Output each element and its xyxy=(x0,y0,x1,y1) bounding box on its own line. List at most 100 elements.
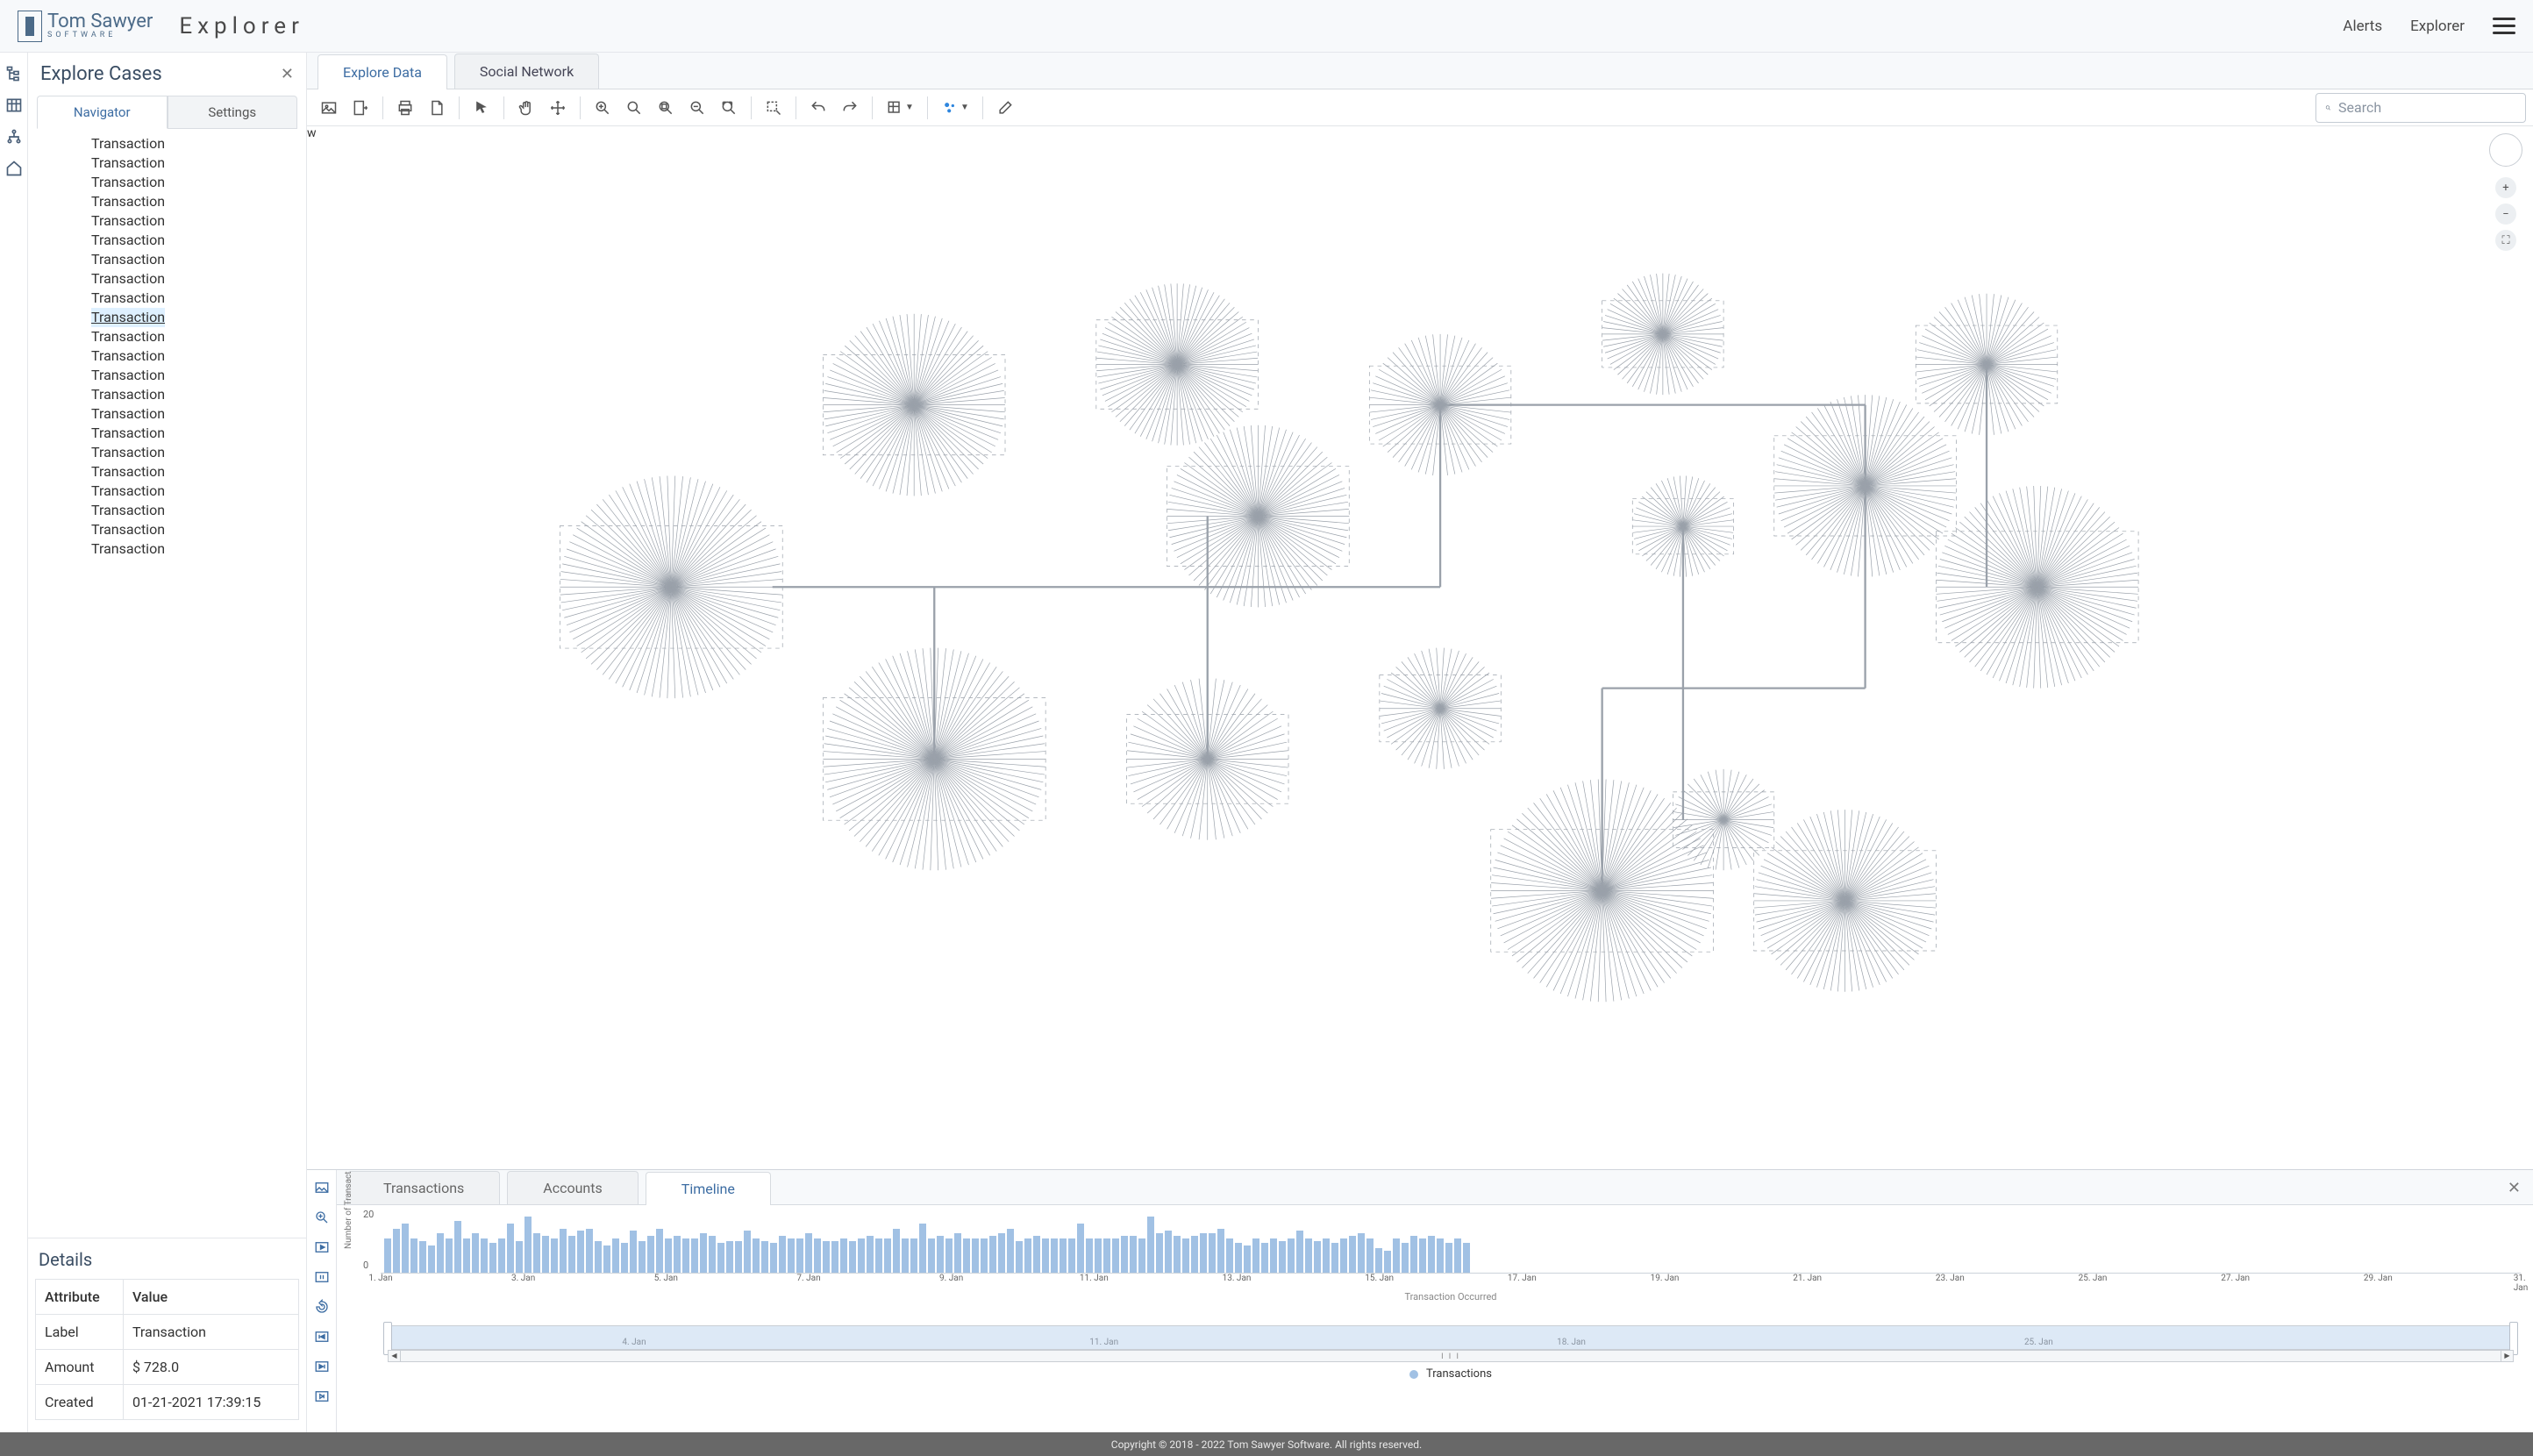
fit-button[interactable]: ⛶ xyxy=(2495,230,2516,251)
tree-item-transaction[interactable]: Transaction xyxy=(91,346,306,366)
zoom-out-button[interactable]: − xyxy=(2495,203,2516,225)
tree-item-transaction[interactable]: Transaction xyxy=(91,482,306,501)
tree-item-transaction[interactable]: Transaction xyxy=(91,539,306,559)
timeline-range-selector[interactable]: 4. Jan 11. Jan 18. Jan 25. Jan xyxy=(388,1325,2514,1350)
tree-item-transaction[interactable]: Transaction xyxy=(91,501,306,520)
chart-bar xyxy=(1279,1241,1286,1273)
zoom-default-icon[interactable] xyxy=(619,93,649,123)
pause-icon[interactable] xyxy=(313,1268,331,1286)
home-icon[interactable] xyxy=(5,160,23,177)
tree-item-transaction[interactable]: Transaction xyxy=(91,308,165,327)
chart-ylabel: Number of Transact xyxy=(344,1171,353,1249)
tree-item-transaction[interactable]: Transaction xyxy=(91,327,306,346)
print-icon[interactable] xyxy=(390,93,420,123)
pointer-icon[interactable] xyxy=(467,93,496,123)
tree-item-transaction[interactable]: Transaction xyxy=(91,404,306,424)
tree-item-transaction[interactable]: Transaction xyxy=(91,134,306,153)
org-icon[interactable] xyxy=(5,128,23,146)
xtick-label: 7. Jan xyxy=(796,1274,820,1283)
restart-icon[interactable] xyxy=(313,1298,331,1316)
hand-icon[interactable] xyxy=(511,93,541,123)
scroll-grip-icon[interactable]: I I I xyxy=(1441,1353,1460,1361)
chart-bar xyxy=(1296,1231,1303,1273)
tree-item-transaction[interactable]: Transaction xyxy=(91,153,306,173)
skip-back-icon[interactable] xyxy=(313,1328,331,1345)
timeline-scrollbar[interactable]: ◀ I I I ▶ xyxy=(388,1350,2514,1362)
zoom-area-icon[interactable] xyxy=(651,93,681,123)
zoom-in-icon[interactable] xyxy=(313,1209,331,1226)
page-icon[interactable] xyxy=(422,93,452,123)
btab-timeline[interactable]: Timeline xyxy=(646,1172,771,1205)
tree-item-transaction[interactable]: Transaction xyxy=(91,231,306,250)
chart-bar xyxy=(393,1229,400,1273)
undo-icon[interactable] xyxy=(803,93,833,123)
menu-icon[interactable] xyxy=(2493,18,2515,34)
zoom-fit-icon[interactable] xyxy=(714,93,744,123)
chart-bar xyxy=(1428,1236,1435,1273)
search-input[interactable] xyxy=(2338,99,2516,116)
graph-search[interactable] xyxy=(2315,93,2526,123)
chart-bar xyxy=(1138,1238,1145,1273)
left-panel: Explore Cases ✕ Navigator Settings Trans… xyxy=(28,53,307,1432)
chart-bar xyxy=(1051,1238,1058,1273)
tree-item-transaction[interactable]: Transaction xyxy=(91,385,306,404)
tree-item-transaction[interactable]: Transaction xyxy=(91,250,306,269)
timeline-side-toolbar xyxy=(307,1170,337,1432)
table-icon[interactable] xyxy=(5,96,23,114)
tree-item-transaction[interactable]: Transaction xyxy=(91,211,306,231)
erase-icon[interactable] xyxy=(990,93,1020,123)
chart-bar xyxy=(516,1241,523,1273)
tree-item-transaction[interactable]: Transaction xyxy=(91,269,306,289)
xtick-label: 25. Jan xyxy=(2079,1274,2108,1283)
tree-item-transaction[interactable]: Transaction xyxy=(91,520,306,539)
tree-item-transaction[interactable]: Transaction xyxy=(91,443,306,462)
btab-transactions[interactable]: Transactions xyxy=(347,1171,500,1204)
scroll-right-icon[interactable]: ▶ xyxy=(2501,1351,2513,1361)
move-icon[interactable] xyxy=(543,93,573,123)
subtab-settings[interactable]: Settings xyxy=(168,96,298,129)
tree-item-transaction[interactable]: Transaction xyxy=(91,289,306,308)
zoom-in-icon[interactable] xyxy=(588,93,617,123)
image-icon[interactable] xyxy=(313,1179,331,1196)
close-icon[interactable]: ✕ xyxy=(281,65,294,83)
tree-item-transaction[interactable]: Transaction xyxy=(91,366,306,385)
chart-bar xyxy=(446,1238,453,1273)
redo-icon[interactable] xyxy=(835,93,865,123)
tree-item-transaction[interactable]: Transaction xyxy=(91,424,306,443)
close-icon[interactable]: ✕ xyxy=(2508,1179,2521,1197)
export-icon[interactable] xyxy=(346,93,375,123)
compass-icon[interactable] xyxy=(2489,133,2522,167)
skip-fwd-icon[interactable] xyxy=(313,1358,331,1375)
layout-dropdown[interactable]: ▼ xyxy=(880,93,920,123)
step-fwd-icon[interactable] xyxy=(313,1388,331,1405)
left-panel-header: Explore Cases ✕ xyxy=(28,53,306,92)
nav-explorer[interactable]: Explorer xyxy=(2410,18,2465,35)
tab-explore-data[interactable]: Explore Data xyxy=(318,54,447,89)
nav-alerts[interactable]: Alerts xyxy=(2343,18,2382,35)
btab-accounts[interactable]: Accounts xyxy=(507,1171,638,1204)
graph-canvas[interactable]: w + − ⛶ xyxy=(307,126,2533,1169)
scroll-left-icon[interactable]: ◀ xyxy=(389,1351,401,1361)
image-icon[interactable] xyxy=(314,93,344,123)
tab-social-network[interactable]: Social Network xyxy=(454,54,599,89)
navigator-tree[interactable]: TransactionTransactionTransactionTransac… xyxy=(28,129,306,1238)
tree-icon[interactable] xyxy=(5,65,23,82)
cluster-dropdown[interactable]: ▼ xyxy=(935,93,975,123)
footer: Copyright © 2018 - 2022 Tom Sawyer Softw… xyxy=(0,1432,2533,1456)
tree-item-transaction[interactable]: Transaction xyxy=(91,192,306,211)
chart-bar xyxy=(1226,1238,1233,1273)
xtick-label: 31. Jan xyxy=(2514,1274,2528,1293)
zoom-out-icon[interactable] xyxy=(682,93,712,123)
chart-bar xyxy=(498,1238,505,1273)
xtick-label: 17. Jan xyxy=(1508,1274,1537,1283)
range-tick: 4. Jan xyxy=(622,1338,646,1347)
chart-bar xyxy=(858,1238,865,1273)
highlight-icon[interactable] xyxy=(759,93,788,123)
tree-item-transaction[interactable]: Transaction xyxy=(91,173,306,192)
tree-item-transaction[interactable]: Transaction xyxy=(91,462,306,482)
zoom-in-button[interactable]: + xyxy=(2495,177,2516,198)
chart-bar xyxy=(1007,1229,1014,1273)
subtab-navigator[interactable]: Navigator xyxy=(37,96,168,129)
details-cell-attr: Label xyxy=(36,1315,124,1350)
play-icon[interactable] xyxy=(313,1238,331,1256)
